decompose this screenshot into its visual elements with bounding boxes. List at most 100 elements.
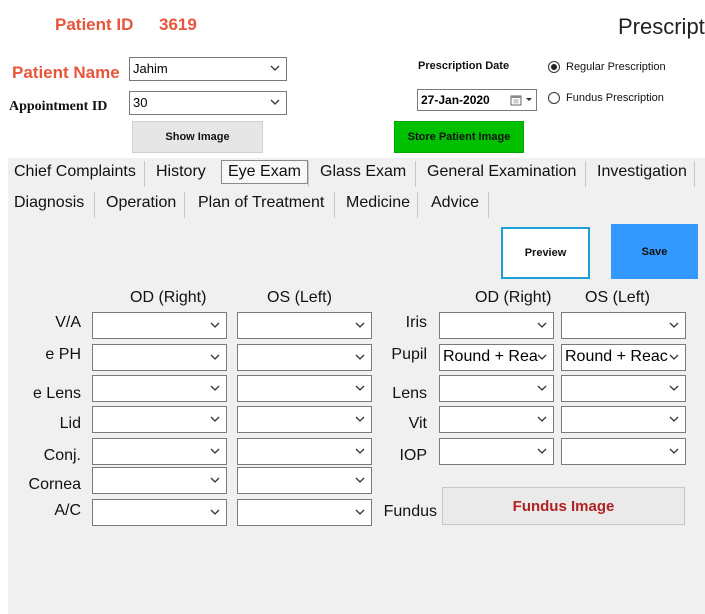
fundus-image-button[interactable]: Fundus Image [442,487,685,525]
chevron-down-icon [269,95,281,109]
chevron-down-icon [536,350,548,364]
vit-od-select[interactable] [439,406,554,433]
prescription-date-label: Prescription Date [418,60,510,72]
window-title: Prescript [618,14,705,39]
right-os-header: OS (Left) [585,289,650,306]
chevron-down-icon [209,381,221,395]
chevron-down-icon [354,412,366,426]
prescription-date-picker[interactable]: 27-Jan-2020 [417,89,537,111]
chevron-down-icon [536,318,548,332]
appointment-id-select[interactable]: 30 [129,91,287,115]
pupil-od-value: Round + Rea [443,348,538,365]
pupil-label: Pupil [391,346,427,363]
tab-eye-exam[interactable]: Eye Exam [221,160,308,184]
iris-label: Iris [405,314,427,331]
chevron-down-icon [354,318,366,332]
eph-os-select[interactable] [237,344,372,371]
tab-plan-of-treatment[interactable]: Plan of Treatment [192,191,330,215]
iop-os-select[interactable] [561,438,686,465]
conj-od-select[interactable] [92,438,227,465]
appointment-id-label: Appointment ID [9,99,108,114]
iris-os-select[interactable] [561,312,686,339]
prescription-window: Patient ID 3619 Prescript Patient Name J… [0,0,705,614]
chevron-down-icon [668,350,680,364]
tab-medicine[interactable]: Medicine [340,191,416,215]
iop-od-select[interactable] [439,438,554,465]
cornea-label: Cornea [28,476,81,493]
fundus-label: Fundus [383,503,437,520]
patient-name-value: Jahim [133,61,168,76]
elens-od-select[interactable] [92,375,227,402]
tab-operation[interactable]: Operation [100,191,182,215]
lid-os-select[interactable] [237,406,372,433]
save-button[interactable]: Save [611,224,698,279]
tab-glass-exam[interactable]: Glass Exam [314,160,412,184]
chevron-down-icon [536,444,548,458]
elens-label: e Lens [32,385,81,402]
tab-general-examination[interactable]: General Examination [421,160,582,184]
tab-panel: Chief Complaints History Eye Exam Glass … [8,158,705,614]
chevron-down-icon [209,412,221,426]
calendar-icon[interactable] [510,94,522,106]
cornea-od-select[interactable] [92,467,227,494]
radio-unselected-icon [548,92,560,104]
regular-prescription-radio[interactable]: Regular Prescription [548,61,666,73]
chevron-down-icon [536,412,548,426]
patient-id-value: 3619 [159,15,197,34]
chevron-down-icon [668,381,680,395]
chevron-down-icon [209,350,221,364]
left-os-header: OS (Left) [267,289,332,306]
conj-label: Conj. [43,447,81,464]
pupil-os-select[interactable]: Round + Reac [561,344,686,371]
regular-prescription-label: Regular Prescription [566,61,666,73]
fundus-prescription-radio[interactable]: Fundus Prescription [548,92,664,104]
chevron-down-icon [536,381,548,395]
preview-button[interactable]: Preview [501,227,590,279]
eph-label: e PH [45,346,81,363]
iris-od-select[interactable] [439,312,554,339]
chevron-down-icon[interactable] [524,94,534,106]
conj-os-select[interactable] [237,438,372,465]
ac-os-select[interactable] [237,499,372,526]
chevron-down-icon [354,505,366,519]
cornea-os-select[interactable] [237,467,372,494]
vit-os-select[interactable] [561,406,686,433]
chevron-down-icon [354,350,366,364]
show-image-button[interactable]: Show Image [132,121,263,153]
store-patient-image-button[interactable]: Store Patient Image [394,121,524,153]
tab-history[interactable]: History [150,160,212,184]
tab-diagnosis[interactable]: Diagnosis [8,191,90,215]
elens-os-select[interactable] [237,375,372,402]
va-od-select[interactable] [92,312,227,339]
tab-investigation[interactable]: Investigation [591,160,693,184]
eph-od-select[interactable] [92,344,227,371]
tab-advice[interactable]: Advice [425,191,485,215]
fundus-prescription-label: Fundus Prescription [566,92,664,104]
lens-label: Lens [392,385,427,402]
chevron-down-icon [209,444,221,458]
va-label: V/A [55,314,81,331]
patient-name-label: Patient Name [12,63,120,82]
patient-id-label: Patient ID [55,15,134,34]
radio-selected-icon [548,61,560,73]
left-od-header: OD (Right) [130,289,207,306]
pupil-od-select[interactable]: Round + Rea [439,344,554,371]
ac-label: A/C [54,502,81,519]
chevron-down-icon [354,444,366,458]
chevron-down-icon [269,61,281,75]
chevron-down-icon [668,318,680,332]
tab-chief-complaints[interactable]: Chief Complaints [8,160,142,184]
iop-label: IOP [399,447,427,464]
ac-od-select[interactable] [92,499,227,526]
lens-od-select[interactable] [439,375,554,402]
lens-os-select[interactable] [561,375,686,402]
chevron-down-icon [668,444,680,458]
chevron-down-icon [354,381,366,395]
chevron-down-icon [209,473,221,487]
patient-name-select[interactable]: Jahim [129,57,287,81]
chevron-down-icon [209,318,221,332]
chevron-down-icon [354,473,366,487]
va-os-select[interactable] [237,312,372,339]
lid-od-select[interactable] [92,406,227,433]
prescription-date-value: 27-Jan-2020 [421,93,490,107]
